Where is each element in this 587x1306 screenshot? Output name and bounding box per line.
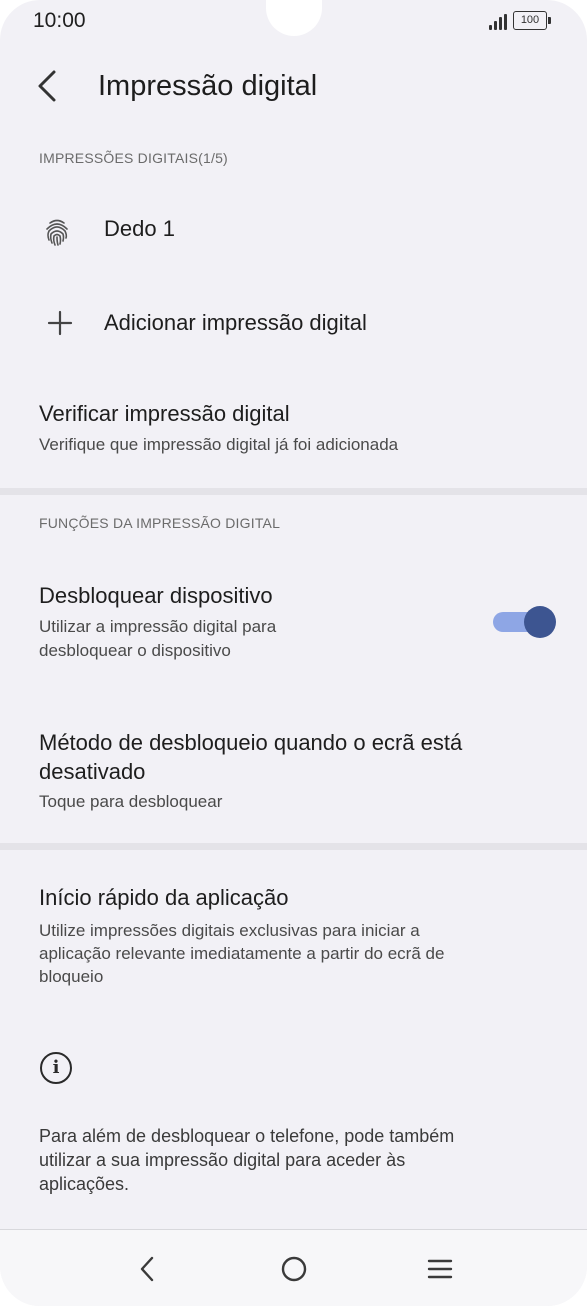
fingerprint-label: Dedo 1 xyxy=(104,216,175,241)
screen-off-unlock-method-item[interactable]: Método de desbloqueio quando o ecrã está… xyxy=(0,720,587,830)
camera-notch xyxy=(266,0,322,36)
navigation-bar xyxy=(0,1229,587,1306)
unlock-title: Desbloquear dispositivo xyxy=(39,583,273,608)
info-text-line1: Para além de desbloquear o telefone, pod… xyxy=(39,1126,455,1146)
status-time: 10:00 xyxy=(33,9,86,32)
screen-off-title-line2: desativado xyxy=(39,759,146,784)
info-icon: i xyxy=(40,1052,72,1084)
section-divider xyxy=(0,843,587,850)
info-text-line3: aplicações. xyxy=(39,1174,130,1194)
quick-launch-subtitle-line3: bloqueio xyxy=(39,967,104,986)
settings-screen: 10:00 100 Impressão digital IMPRESSÕES D… xyxy=(0,0,587,1306)
verify-fingerprint-item[interactable]: Verificar impressão digital Verifique qu… xyxy=(0,388,587,468)
chevron-left-icon xyxy=(38,70,56,102)
nav-back-icon xyxy=(140,1256,154,1282)
back-button[interactable] xyxy=(28,66,68,106)
unlock-device-toggle[interactable] xyxy=(493,604,557,638)
fingerprint-item-dedo-1[interactable]: Dedo 1 xyxy=(0,200,587,262)
info-text: Para além de desbloquear o telefone, pod… xyxy=(39,1124,549,1196)
add-fingerprint-label: Adicionar impressão digital xyxy=(104,310,367,335)
add-fingerprint-button[interactable]: Adicionar impressão digital xyxy=(0,292,587,354)
quick-launch-subtitle-line1: Utilize impressões digitais exclusivas p… xyxy=(39,921,420,940)
quick-launch-subtitle-line2: aplicação relevante imediatamente a part… xyxy=(39,944,445,963)
nav-back-button[interactable] xyxy=(127,1252,167,1286)
screen-off-subtitle: Toque para desbloquear xyxy=(39,792,223,811)
section-divider xyxy=(0,488,587,495)
status-bar: 10:00 100 xyxy=(0,0,587,42)
app-bar: Impressão digital xyxy=(0,60,587,112)
nav-menu-icon xyxy=(427,1259,453,1279)
screen-off-title-line1: Método de desbloqueio quando o ecrã está xyxy=(39,730,463,755)
battery-icon: 100 xyxy=(513,11,551,30)
signal-icon xyxy=(489,14,509,30)
fingerprint-icon xyxy=(46,219,68,246)
quick-launch-item[interactable]: Início rápido da aplicação Utilize impre… xyxy=(0,876,587,996)
section-header-functions: FUNÇÕES DA IMPRESSÃO DIGITAL xyxy=(39,515,281,531)
verify-subtitle: Verifique que impressão digital já foi a… xyxy=(39,435,399,454)
verify-title: Verificar impressão digital xyxy=(39,401,290,426)
toggle-thumb xyxy=(524,606,556,638)
page-title: Impressão digital xyxy=(98,70,318,102)
nav-menu-button[interactable] xyxy=(420,1252,460,1286)
section-header-fingerprints: IMPRESSÕES DIGITAIS(1/5) xyxy=(39,150,228,166)
unlock-subtitle-line2: desbloquear o dispositivo xyxy=(39,641,231,660)
nav-home-icon xyxy=(281,1256,307,1282)
info-text-line2: utilizar a sua impressão digital para ac… xyxy=(39,1150,406,1170)
unlock-subtitle-line1: Utilizar a impressão digital para xyxy=(39,617,277,636)
quick-launch-title: Início rápido da aplicação xyxy=(39,885,289,910)
nav-home-button[interactable] xyxy=(274,1252,314,1286)
plus-icon xyxy=(47,310,73,336)
